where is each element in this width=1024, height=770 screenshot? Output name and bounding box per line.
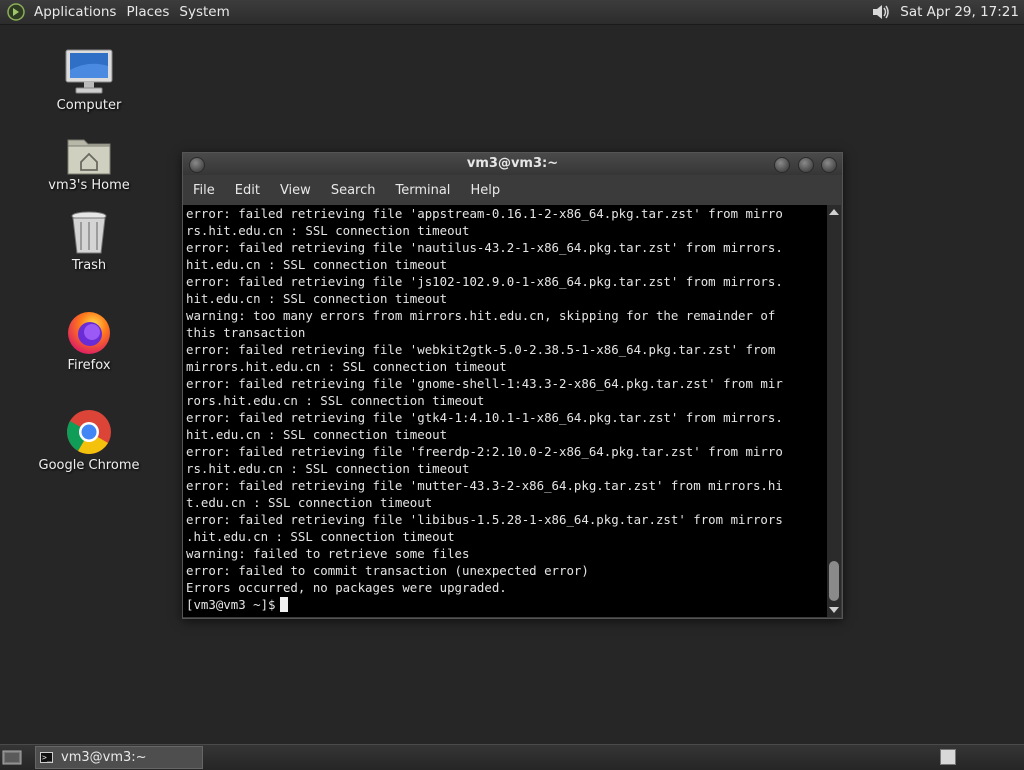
menu-edit[interactable]: Edit [225,183,270,198]
terminal-prompt-line[interactable]: [vm3@vm3 ~]$ [186,596,827,613]
scroll-up-icon[interactable] [829,209,839,215]
terminal-window[interactable]: vm3@vm3:~ File Edit View Search Terminal… [182,152,843,619]
terminal-scrollbar[interactable] [827,205,841,617]
terminal-output[interactable]: error: failed retrieving file 'appstream… [183,205,827,617]
bottom-panel: >_ vm3@vm3:~ [0,744,1024,769]
desktop-icon-label: Firefox [67,358,111,373]
terminal-line: error: failed retrieving file 'mutter-43… [186,478,783,493]
system-menu[interactable]: System [177,4,237,20]
desktop-icon-firefox[interactable]: Firefox [29,304,149,373]
terminal-line: warning: too many errors from mirrors.hi… [186,308,776,323]
volume-icon[interactable] [870,1,892,23]
terminal-line: error: failed retrieving file 'freerdp-2… [186,444,783,459]
places-menu[interactable]: Places [124,4,177,20]
terminal-line: rors.hit.edu.cn : SSL connection timeout [186,393,485,408]
desktop-icon-computer[interactable]: Computer [29,44,149,113]
clock[interactable]: Sat Apr 29, 17:21 [900,4,1019,20]
desktop-icon-chrome[interactable]: Google Chrome [29,404,149,473]
workspace-switcher[interactable] [940,749,956,765]
window-titlebar[interactable]: vm3@vm3:~ [183,153,842,175]
maximize-button[interactable] [798,157,814,173]
terminal-line: error: failed retrieving file 'gtk4-1:4.… [186,410,783,425]
terminal-prompt: [vm3@vm3 ~]$ [186,597,276,612]
terminal-line: rs.hit.edu.cn : SSL connection timeout [186,223,470,238]
taskbar-item-label: vm3@vm3:~ [61,750,147,765]
menu-help[interactable]: Help [460,183,510,198]
text-cursor [279,597,288,612]
desktop-icon-label: Computer [56,98,122,113]
terminal-line: error: failed retrieving file 'nautilus-… [186,240,783,255]
terminal-line: error: failed retrieving file 'webkit2gt… [186,342,776,357]
scroll-down-icon[interactable] [829,607,839,613]
minimize-button[interactable] [774,157,790,173]
desktop-icon-label: Google Chrome [38,458,140,473]
terminal-line: warning: failed to retrieve some files [186,546,470,561]
show-desktop-icon[interactable] [2,748,22,766]
chrome-icon [63,404,115,456]
top-panel: Applications Places System Sat Apr 29, 1… [0,0,1024,25]
terminal-line: error: failed retrieving file 'libibus-1… [186,512,783,527]
menu-file[interactable]: File [183,183,225,198]
home-folder-icon [63,124,115,176]
applications-menu[interactable]: Applications [32,4,124,20]
terminal-line: mirrors.hit.edu.cn : SSL connection time… [186,359,507,374]
scrollbar-thumb[interactable] [829,561,839,601]
close-button[interactable] [821,157,837,173]
terminal-line: hit.edu.cn : SSL connection timeout [186,427,448,442]
terminal-line: Errors occurred, no packages were upgrad… [186,580,507,595]
terminal-line: error: failed retrieving file 'js102-102… [186,274,783,289]
terminal-icon: >_ [40,752,53,763]
gnome-foot-icon[interactable] [6,2,26,22]
terminal-line: hit.edu.cn : SSL connection timeout [186,291,448,306]
menu-view[interactable]: View [270,183,321,198]
desktop-icon-trash[interactable]: Trash [29,204,149,273]
computer-icon [63,44,115,96]
terminal-line: t.edu.cn : SSL connection timeout [186,495,433,510]
terminal-line: error: failed retrieving file 'appstream… [186,206,783,221]
desktop-icon-label: Trash [71,258,107,273]
terminal-line: error: failed retrieving file 'gnome-she… [186,376,783,391]
menu-search[interactable]: Search [321,183,386,198]
terminal-menubar: File Edit View Search Terminal Help [183,179,842,201]
window-title: vm3@vm3:~ [466,156,559,171]
menu-terminal[interactable]: Terminal [385,183,460,198]
taskbar-item-terminal[interactable]: >_ vm3@vm3:~ [35,746,203,769]
desktop-icon-home[interactable]: vm3's Home [29,124,149,193]
trash-icon [63,204,115,256]
desktop-icon-label: vm3's Home [48,178,130,193]
terminal-line: error: failed to commit transaction (une… [186,563,589,578]
terminal-line: rs.hit.edu.cn : SSL connection timeout [186,461,470,476]
terminal-line: .hit.edu.cn : SSL connection timeout [186,529,455,544]
terminal-line: hit.edu.cn : SSL connection timeout [186,257,448,272]
terminal-line: this transaction [186,325,306,340]
firefox-icon [63,304,115,356]
